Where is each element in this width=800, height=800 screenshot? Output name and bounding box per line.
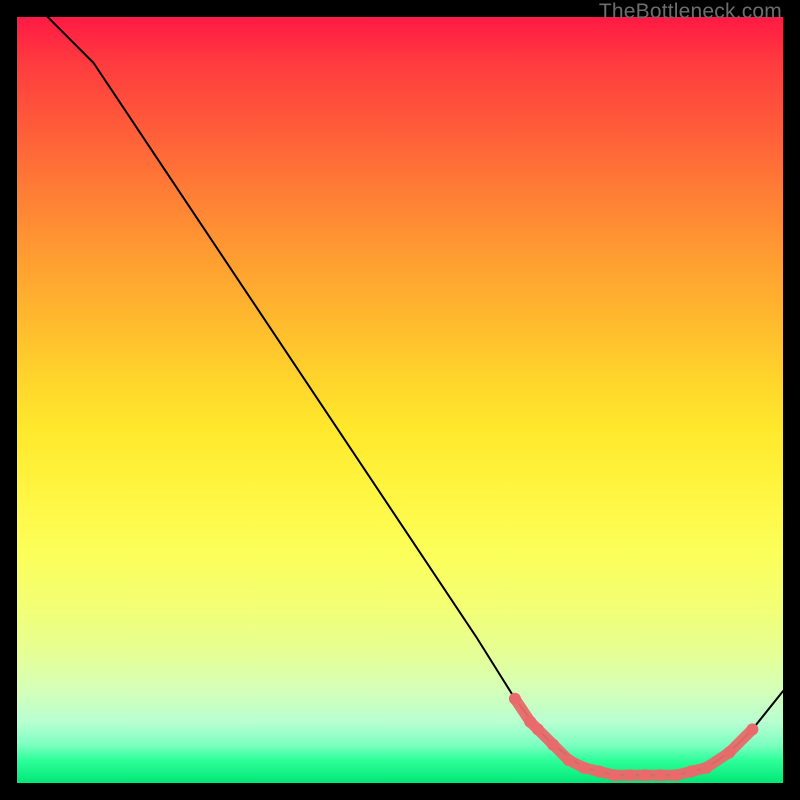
marker-dot (609, 769, 621, 781)
marker-dot (670, 769, 682, 781)
marker-dot (593, 766, 605, 778)
marker-dot (532, 723, 544, 735)
chart-overlay (17, 17, 783, 783)
marker-dot (563, 754, 575, 766)
marker-dot (639, 769, 651, 781)
watermark-text: TheBottleneck.com (599, 0, 782, 24)
curve-path (17, 0, 783, 775)
marker-dot (746, 723, 758, 735)
marker-dot (723, 746, 735, 758)
marker-dot (700, 762, 712, 774)
chart-curve (17, 0, 783, 775)
marker-stroke (515, 699, 753, 776)
marker-dot (654, 769, 666, 781)
chart-stage: TheBottleneck.com (0, 0, 800, 800)
marker-dot (685, 766, 697, 778)
marker-dot (547, 739, 559, 751)
marker-dot (509, 693, 521, 705)
marker-dot (578, 762, 590, 774)
chart-marker-dots (509, 693, 759, 782)
marker-dot (624, 769, 636, 781)
